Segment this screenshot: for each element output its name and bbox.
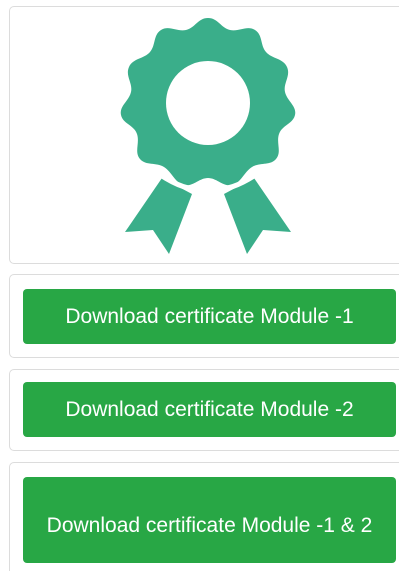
- download-module-1-button[interactable]: Download certificate Module -1: [23, 289, 396, 344]
- module-1-card: Download certificate Module -1: [9, 274, 399, 358]
- download-module-2-button[interactable]: Download certificate Module -2: [23, 382, 396, 437]
- module-2-card: Download certificate Module -2: [9, 369, 399, 451]
- certificate-card: [9, 6, 399, 264]
- module-1-2-card: Download certificate Module -1 & 2: [9, 462, 399, 571]
- download-module-1-2-button[interactable]: Download certificate Module -1 & 2: [23, 477, 396, 563]
- award-ribbon-icon: [120, 18, 296, 254]
- certificate-page: Download certificate Module -1 Download …: [0, 0, 399, 571]
